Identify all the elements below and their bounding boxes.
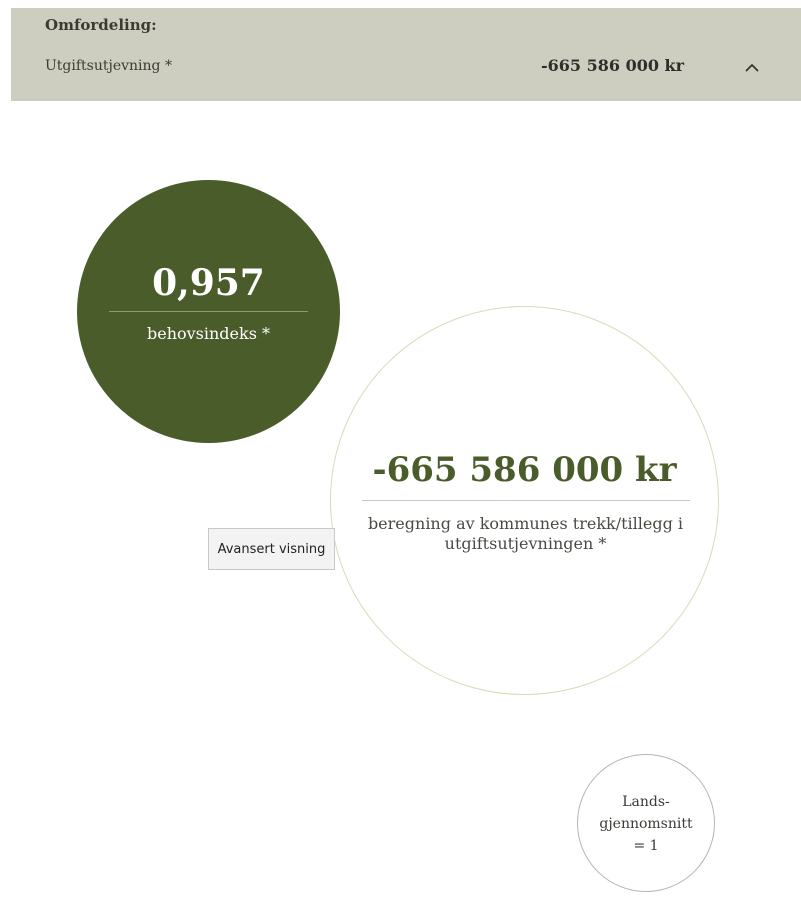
behovsindeks-circle: 0,957 behovsindeks *	[77, 180, 340, 443]
national-average-label: Lands- gjennomsnitt = 1	[588, 791, 704, 857]
result-label: beregning av kommunes trekk/tillegg i ut…	[367, 514, 684, 553]
result-circle: -665 586 000 kr beregning av kommunes tr…	[330, 306, 719, 695]
header-title: Omfordeling:	[45, 16, 157, 34]
national-average-line-2: gjennomsnitt	[599, 816, 693, 832]
advanced-view-button[interactable]: Avansert visning	[208, 528, 335, 570]
utgiftsutjevning-panel: Omfordeling: Utgiftsutjevning * -665 586…	[11, 8, 801, 897]
behovsindeks-label: behovsindeks *	[146, 324, 271, 343]
collapse-toggle-button[interactable]	[739, 54, 765, 80]
header-subtitle: Utgiftsutjevning *	[45, 58, 172, 74]
behovsindeks-value: 0,957	[152, 262, 265, 304]
national-average-line-1: Lands-	[622, 794, 670, 810]
national-average-line-3: = 1	[633, 838, 659, 854]
result-value: -665 586 000 kr	[372, 450, 677, 490]
panel-header[interactable]: Omfordeling: Utgiftsutjevning * -665 586…	[11, 8, 801, 101]
divider	[362, 500, 690, 501]
national-average-circle: Lands- gjennomsnitt = 1	[577, 754, 715, 892]
chevron-up-icon	[745, 63, 759, 71]
divider	[109, 311, 308, 312]
header-amount: -665 586 000 kr	[541, 56, 685, 75]
